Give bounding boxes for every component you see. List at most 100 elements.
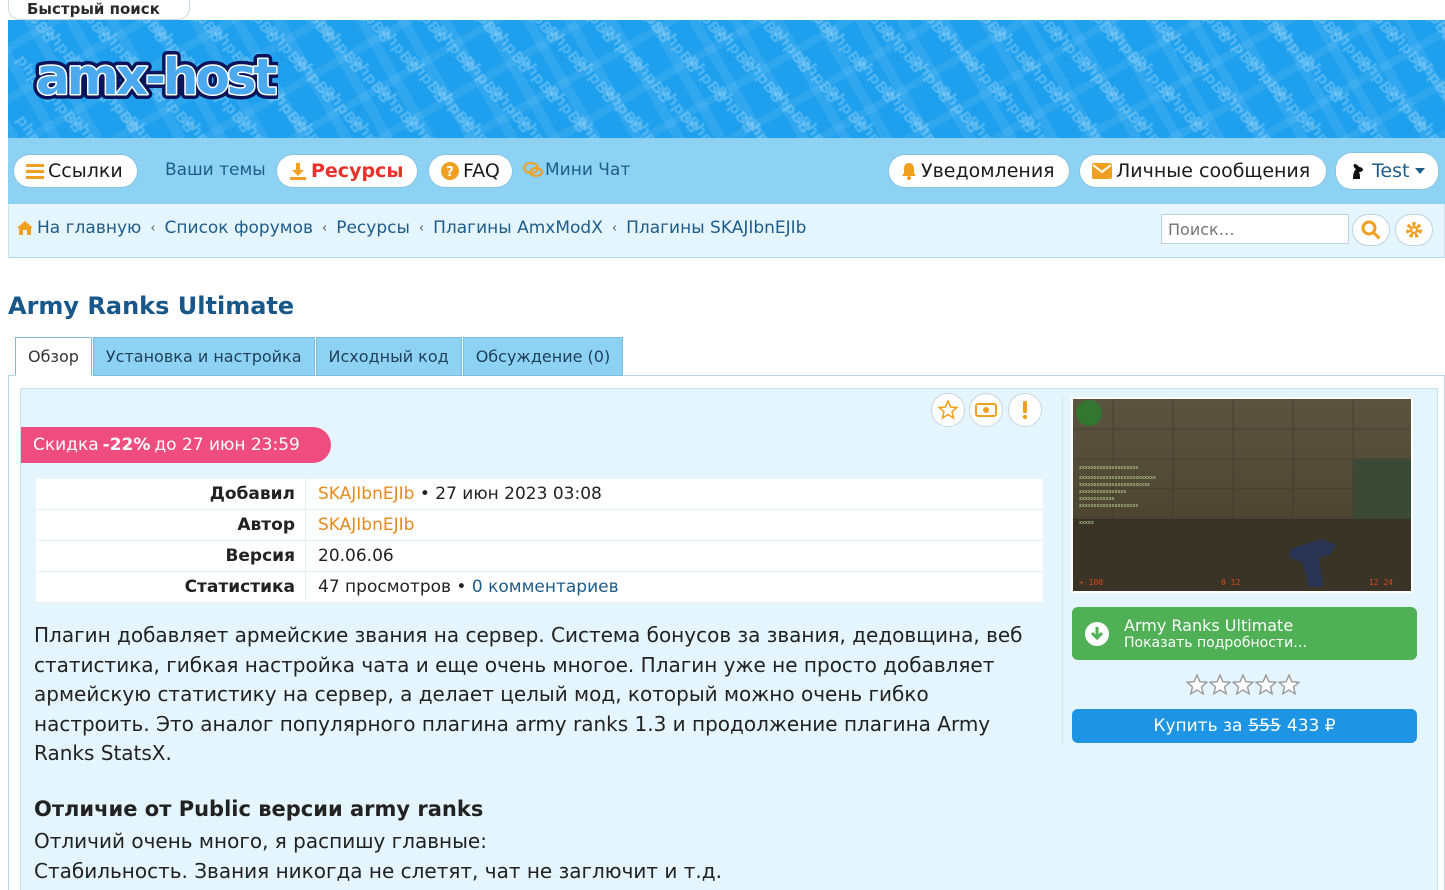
watermark-text: phpBB	[740, 51, 787, 107]
download-title: Army Ranks Ultimate	[1124, 616, 1294, 635]
watermark-text: phpBB	[236, 111, 282, 138]
watermark-text: phpBB	[796, 51, 843, 107]
watermark-text: phpBB	[656, 21, 703, 77]
mini-chat-label: Мини Чат	[545, 160, 631, 180]
star-icon[interactable]	[1208, 673, 1232, 700]
your-topics-link[interactable]: Ваши темы	[165, 160, 266, 180]
watermark-text: phpBB	[404, 51, 451, 107]
faq-label: FAQ	[463, 160, 500, 182]
breadcrumb-separator: ‹	[418, 220, 425, 236]
watermark-text: phpBB	[1104, 81, 1151, 137]
star-icon[interactable]	[1254, 673, 1278, 700]
svg-text:xxxxxxxxxxxxxxxxxxxxxxxxxx: xxxxxxxxxxxxxxxxxxxxxxxxxx	[1079, 475, 1156, 481]
caret-down-icon	[1415, 168, 1426, 174]
watermark-text: phpBB	[320, 21, 367, 77]
tab-discussion[interactable]: Обсуждение (0)	[462, 337, 624, 376]
breadcrumb-author-plugins[interactable]: Плагины SKAJIbnEJIb	[626, 218, 806, 238]
links-label: Ссылки	[48, 160, 123, 182]
watermark-text: phpBB	[1188, 111, 1234, 138]
watermark-text: phpBB	[684, 51, 731, 107]
section-line: Отличий очень много, я распишу главные:	[34, 829, 487, 853]
svg-text:xxxxxxxxxxxxxxxx: xxxxxxxxxxxxxxxx	[1079, 489, 1126, 495]
comments-link[interactable]: 0 комментариев	[472, 577, 619, 597]
user-menu-button[interactable]: Test	[1336, 153, 1438, 189]
notifications-button[interactable]: Уведомления	[889, 155, 1069, 187]
watermark-text: phpBB	[992, 21, 1039, 77]
resources-button[interactable]: Ресурсы	[277, 155, 417, 187]
donate-button[interactable]	[969, 393, 1003, 427]
watermark-text: phpBB	[432, 81, 479, 137]
version-value: 20.06.06	[318, 546, 394, 566]
quick-search-tab[interactable]: Быстрый поиск	[8, 0, 190, 20]
tab-source-code[interactable]: Исходный код	[315, 337, 462, 376]
watermark-text: phpBB	[1048, 21, 1095, 77]
watermark-text: phpBB	[936, 21, 983, 77]
watermark-text: phpBB	[880, 81, 927, 137]
watermark-text: phpBB	[1020, 111, 1066, 138]
buy-prefix: Купить за	[1153, 716, 1243, 736]
watermark-text: phpBB	[992, 81, 1039, 137]
watermark-text: phpBB	[1440, 21, 1445, 77]
envelope-icon	[1092, 163, 1112, 179]
report-button[interactable]	[1008, 393, 1042, 427]
breadcrumb: На главную ‹ Список форумов ‹ Ресурсы ‹ …	[17, 218, 806, 238]
watermark-text: phpBB	[740, 111, 786, 138]
watermark-text: phpBB	[1076, 20, 1122, 47]
watermark-text: phpBB	[432, 21, 479, 77]
author-link[interactable]: SKAJIbnEJIb	[318, 515, 414, 535]
breadcrumb-forums[interactable]: Список форумов	[165, 218, 313, 238]
tab-installation[interactable]: Установка и настройка	[92, 337, 315, 376]
svg-text:?: ?	[446, 165, 454, 180]
star-icon[interactable]	[1185, 673, 1209, 700]
user-label: Test	[1372, 160, 1410, 182]
rating-stars[interactable]	[1185, 673, 1301, 700]
favorite-button[interactable]	[931, 393, 965, 427]
watermark-text: phpBB	[488, 21, 535, 77]
watermark-text: phpBB	[908, 111, 954, 138]
watermark-text: phpBB	[1188, 20, 1234, 47]
watermark-text: phpBB	[544, 21, 591, 77]
breadcrumb-resources[interactable]: Ресурсы	[336, 218, 410, 238]
download-button[interactable]: Army Ranks Ultimate Показать подробности…	[1072, 607, 1417, 660]
star-icon[interactable]	[1277, 673, 1301, 700]
table-row: Статистика 47 просмотров • 0 комментарие…	[36, 572, 1043, 603]
links-menu-button[interactable]: Ссылки	[14, 155, 137, 187]
watermark-text: phpBB	[628, 51, 675, 107]
search-icon	[1361, 220, 1381, 240]
main-navbar: Ссылки Ваши темы Ресурсы ? FAQ Мини Чат …	[8, 138, 1445, 204]
resource-screenshot[interactable]: xxxxxxxxxxxxxxxxxxxx xxxxxxxxxxxxxxxxxxx…	[1071, 397, 1413, 593]
search-input[interactable]	[1161, 214, 1349, 244]
watermark-text: phpBB	[460, 51, 507, 107]
buy-button[interactable]: Купить за 555 433 ₽	[1072, 709, 1417, 743]
watermark-text: phpBB	[1076, 51, 1123, 107]
site-logo[interactable]: amx-host amx-host amx-host	[32, 44, 278, 108]
watermark-text: phpBB	[516, 111, 562, 138]
old-price: 555	[1248, 716, 1281, 736]
watermark-text: phpBB	[572, 51, 619, 107]
mini-chat-link[interactable]: Мини Чат	[523, 160, 630, 180]
svg-text:0 12: 0 12	[1221, 578, 1240, 587]
watermark-text: phpBB	[1328, 21, 1375, 77]
watermark-text: phpBB	[824, 81, 871, 137]
home-icon	[17, 221, 33, 235]
table-row: Добавил SKAJIbnEJIb • 27 июн 2023 03:08	[36, 479, 1043, 510]
watermark-text: phpBB	[1300, 51, 1347, 107]
resource-info-table: Добавил SKAJIbnEJIb • 27 июн 2023 03:08 …	[36, 479, 1043, 603]
faq-button[interactable]: ? FAQ	[429, 155, 512, 187]
breadcrumb-amxmodx-plugins[interactable]: Плагины AmxModX	[433, 218, 603, 238]
tab-overview[interactable]: Обзор	[15, 337, 92, 376]
messages-button[interactable]: Личные сообщения	[1080, 155, 1326, 187]
watermark-text: phpBB	[1440, 81, 1445, 137]
search-button[interactable]	[1352, 214, 1390, 246]
watermark-text: phpBB	[488, 81, 535, 137]
chat-icon	[523, 162, 543, 178]
star-icon[interactable]	[1231, 673, 1255, 700]
advanced-search-button[interactable]	[1395, 214, 1433, 246]
download-subtitle: Показать подробности…	[1124, 635, 1308, 651]
watermark-text: phpBB	[460, 20, 506, 47]
added-user-link[interactable]: SKAJIbnEJIb	[318, 484, 414, 504]
version-label: Версия	[36, 541, 306, 571]
watermark-text: phpBB	[936, 81, 983, 137]
table-row: Версия 20.06.06	[36, 541, 1043, 572]
breadcrumb-home[interactable]: На главную	[37, 218, 141, 238]
